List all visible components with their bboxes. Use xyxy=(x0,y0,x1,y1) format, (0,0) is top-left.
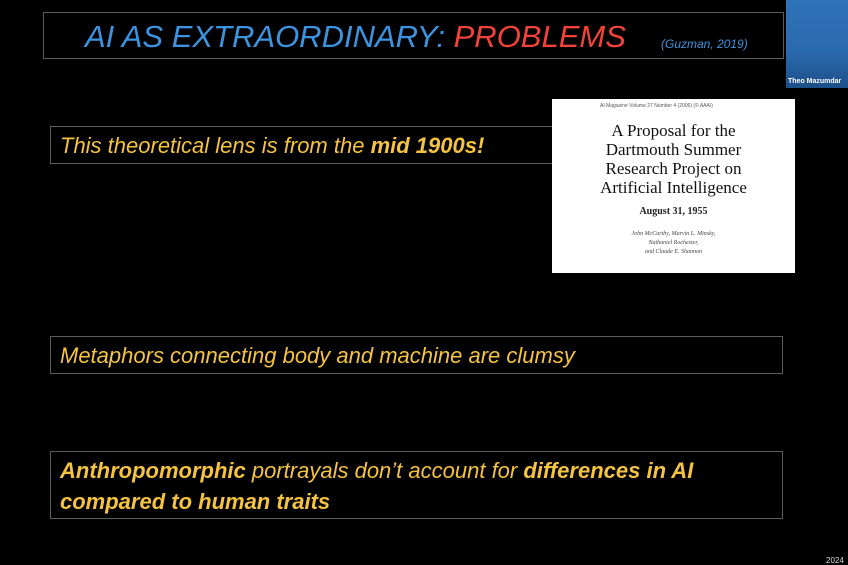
bullet-text-3: Anthropomorphic portrayals don’t account… xyxy=(60,455,775,517)
paper-title-line: Dartmouth Summer xyxy=(605,140,742,159)
title-part-2: PROBLEMS xyxy=(453,19,626,54)
slide-title: AI AS EXTRAORDINARY: PROBLEMS xyxy=(85,19,626,55)
bullet-3-bold-1: Anthropomorphic xyxy=(60,458,246,483)
paper-title: A Proposal for the Dartmouth Summer Rese… xyxy=(552,121,795,197)
title-part-1: AI AS EXTRAORDINARY: xyxy=(85,19,454,54)
bullet-box-3: Anthropomorphic portrayals don’t account… xyxy=(50,451,783,519)
paper-author-line: Nathaniel Rochester, xyxy=(648,240,699,246)
bullet-text-1: This theoretical lens is from the mid 19… xyxy=(60,130,484,161)
paper-author-line: John McCarthy, Marvin L. Minsky, xyxy=(631,231,716,237)
title-citation: (Guzman, 2019) xyxy=(661,37,748,51)
bullet-3-text: portrayals don’t account for xyxy=(245,458,524,483)
paper-title-line: A Proposal for the xyxy=(611,121,736,140)
bullet-1-bold: mid 1900s! xyxy=(370,133,485,158)
paper-title-line: Research Project on xyxy=(605,159,742,178)
participant-name: Theo Mazumdar xyxy=(788,78,842,85)
paper-date: August 31, 1955 xyxy=(639,206,708,217)
paper-header: AI Magazine Volume 27 Number 4 (2006) (©… xyxy=(600,103,713,109)
bullet-text-2: Metaphors connecting body and machine ar… xyxy=(60,343,575,368)
participant-video-tile[interactable]: Theo Mazumdar xyxy=(786,0,848,88)
paper-authors: John McCarthy, Marvin L. Minsky, Nathani… xyxy=(552,230,795,257)
bullet-box-1: This theoretical lens is from the mid 19… xyxy=(50,126,553,164)
paper-title-line: Artificial Intelligence xyxy=(600,178,747,197)
bullet-1-text: This theoretical lens is from the xyxy=(60,133,371,158)
paper-author-line: and Claude E. Shannon xyxy=(645,249,702,255)
dartmouth-proposal-image: AI Magazine Volume 27 Number 4 (2006) (©… xyxy=(552,99,795,273)
bullet-box-2: Metaphors connecting body and machine ar… xyxy=(50,336,783,374)
